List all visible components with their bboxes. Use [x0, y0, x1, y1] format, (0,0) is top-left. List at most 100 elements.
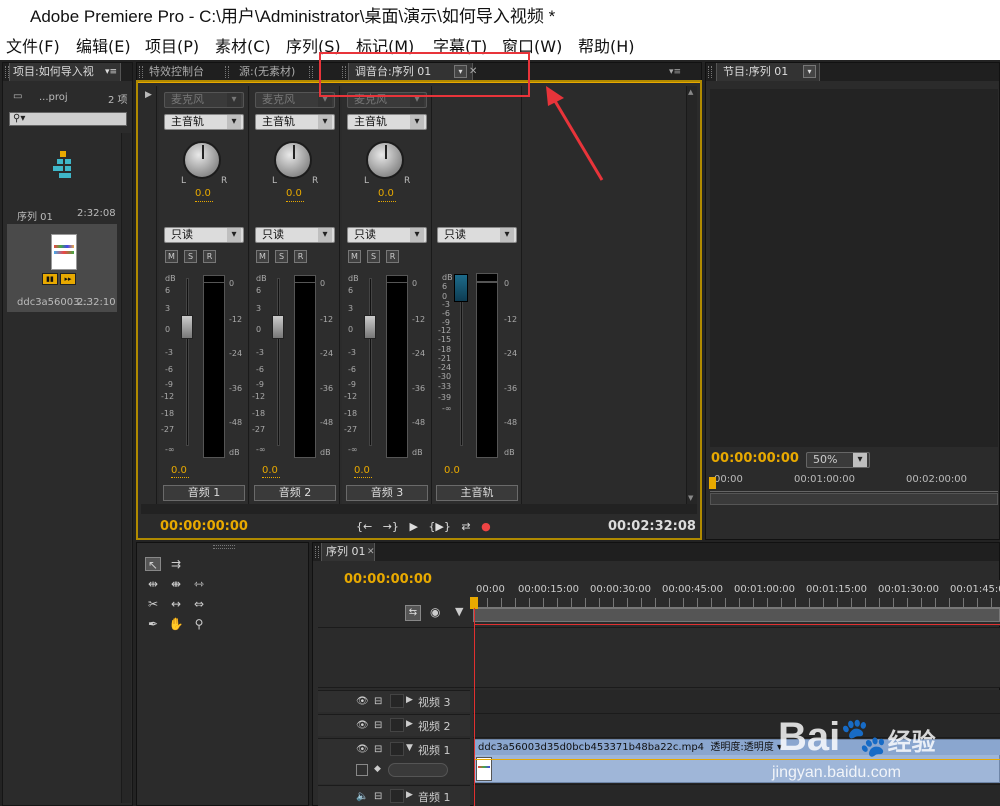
volume-fader-handle[interactable] [364, 315, 376, 339]
tab-program[interactable]: 节目:序列 01 ▾ [716, 63, 820, 81]
panel-grip[interactable] [309, 66, 313, 78]
menu-help[interactable]: 帮助(H) [578, 34, 635, 60]
work-area-bar[interactable] [473, 608, 1000, 622]
slide-tool-icon[interactable]: ⇔ [191, 597, 207, 611]
track-lock-box[interactable] [390, 718, 404, 732]
track-select-tool-icon[interactable]: ⇉ [168, 557, 184, 571]
project-item-sequence[interactable]: 序列 01 2:32:08 [7, 135, 117, 223]
mixer-current-time[interactable]: 00:00:00:00 [160, 519, 248, 534]
volume-fader-track[interactable] [277, 278, 280, 446]
output-dropdown[interactable]: 主音轨 [255, 114, 335, 130]
record-icon[interactable]: ● [481, 520, 491, 533]
menu-edit[interactable]: 编辑(E) [76, 34, 131, 60]
automation-dropdown[interactable]: 只读 [255, 227, 335, 243]
level-value[interactable]: 0.0 [354, 465, 370, 476]
master-level-value[interactable]: 0.0 [444, 465, 460, 476]
master-fader-track[interactable] [460, 278, 463, 446]
menu-project[interactable]: 项目(P) [145, 34, 199, 60]
panel-menu-icon[interactable]: ▾≡ [105, 63, 117, 81]
selection-tool-icon[interactable]: ↖ [145, 557, 161, 572]
track-lock-box[interactable] [390, 789, 404, 803]
program-zoom-bar[interactable] [710, 493, 998, 505]
sync-lock-icon[interactable]: ⊟ [374, 791, 382, 802]
sync-lock-icon[interactable]: ⊟ [374, 744, 382, 755]
rate-stretch-tool-icon[interactable]: ⇿ [191, 577, 207, 591]
loop-icon[interactable]: ⇄ [461, 520, 470, 533]
pan-value[interactable]: 0.0 [378, 188, 394, 199]
add-marker-icon[interactable]: ▼ [455, 605, 463, 618]
automation-dropdown[interactable]: 只读 [164, 227, 244, 243]
keyframe-icon[interactable]: ◆ [374, 764, 381, 774]
project-scrollbar[interactable] [121, 133, 131, 803]
menu-file[interactable]: 文件(F) [6, 34, 60, 60]
solo-button[interactable]: S [275, 250, 288, 263]
set-marker-icon[interactable]: ◉ [430, 605, 440, 619]
razor-tool-icon[interactable]: ✂ [145, 597, 161, 611]
track-header-video2[interactable]: 👁 ⊟ ▶ 视频 2 [318, 714, 470, 736]
track-lock-box[interactable] [390, 694, 404, 708]
eye-icon[interactable]: 👁 [356, 696, 369, 707]
program-timecode[interactable]: 00:00:00:00 [711, 451, 799, 466]
panel-grip[interactable] [708, 66, 712, 78]
track-header-audio1[interactable]: 🔈 ⊟ ▶ 音频 1 [318, 785, 470, 806]
timeline-timecode[interactable]: 00:00:00:00 [344, 572, 432, 587]
automation-dropdown[interactable]: 只读 [347, 227, 427, 243]
zoom-tool-icon[interactable]: ⚲ [191, 617, 207, 631]
master-fader-handle[interactable] [454, 274, 468, 302]
record-button[interactable]: R [294, 250, 307, 263]
sync-lock-icon[interactable]: ⊟ [374, 720, 382, 731]
play-icon[interactable]: ▶ [409, 520, 417, 533]
program-playhead[interactable] [709, 477, 716, 489]
expand-icon[interactable]: ▶ [406, 695, 413, 705]
ripple-edit-tool-icon[interactable]: ⇹ [145, 577, 161, 591]
level-value[interactable]: 0.0 [262, 465, 278, 476]
rolling-edit-tool-icon[interactable]: ⇼ [168, 577, 184, 591]
collapse-icon[interactable]: ▼ [406, 743, 413, 753]
pan-knob[interactable] [274, 141, 312, 179]
eye-icon[interactable]: 👁 [356, 744, 369, 755]
expand-icon[interactable]: ▶ [406, 790, 413, 800]
solo-button[interactable]: S [184, 250, 197, 263]
mute-button[interactable]: M [165, 250, 178, 263]
pan-value[interactable]: 0.0 [286, 188, 302, 199]
output-dropdown[interactable]: 主音轨 [164, 114, 244, 130]
slip-tool-icon[interactable]: ↔ [168, 597, 184, 611]
eye-icon[interactable]: 👁 [356, 720, 369, 731]
tab-project[interactable]: 项目:如何导入视 ▾≡ [9, 63, 121, 81]
solo-button[interactable]: S [367, 250, 380, 263]
track-header-video1[interactable]: 👁 ⊟ ▼ 视频 1 ◆ [318, 738, 470, 784]
panel-grip[interactable] [315, 546, 319, 558]
menu-clip[interactable]: 素材(C) [215, 34, 271, 60]
hand-tool-icon[interactable]: ✋ [168, 617, 184, 631]
close-icon[interactable]: ✕ [367, 543, 375, 561]
keyframe-navigator[interactable] [388, 763, 448, 777]
volume-fader-handle[interactable] [181, 315, 193, 339]
panel-grip[interactable] [225, 66, 229, 78]
record-button[interactable]: R [386, 250, 399, 263]
volume-fader-track[interactable] [369, 278, 372, 446]
snap-icon[interactable]: ⇆ [405, 605, 421, 621]
tab-effect-controls[interactable]: 特效控制台 [149, 63, 204, 81]
pan-knob[interactable] [183, 141, 221, 179]
level-value[interactable]: 0.0 [171, 465, 187, 476]
sync-lock-icon[interactable]: ⊟ [374, 696, 382, 707]
play-in-out-icon[interactable]: {▶} [428, 520, 450, 533]
tab-source[interactable]: 源:(无素材) [239, 63, 295, 81]
input-dropdown[interactable]: 麦克风 [164, 92, 244, 108]
panel-grip[interactable] [213, 545, 235, 549]
pan-knob[interactable] [366, 141, 404, 179]
mute-button[interactable]: M [256, 250, 269, 263]
track-header-video3[interactable]: 👁 ⊟ ▶ 视频 3 [318, 690, 470, 712]
expand-effects-icon[interactable]: ▶ [145, 90, 152, 100]
expand-icon[interactable]: ▶ [406, 719, 413, 729]
track-lock-box[interactable] [390, 742, 404, 756]
go-to-out-icon[interactable]: →} [383, 520, 399, 533]
pan-value[interactable]: 0.0 [195, 188, 211, 199]
pen-tool-icon[interactable]: ✒ [145, 617, 161, 631]
volume-fader-track[interactable] [186, 278, 189, 446]
mixer-h-scrollbar[interactable] [141, 504, 697, 514]
display-style-icon[interactable] [356, 764, 368, 776]
project-search-input[interactable]: ⚲▾ [9, 112, 127, 126]
mixer-scrollbar[interactable]: ▲ ▼ [686, 86, 697, 504]
zoom-dropdown[interactable]: 50% [806, 452, 870, 468]
